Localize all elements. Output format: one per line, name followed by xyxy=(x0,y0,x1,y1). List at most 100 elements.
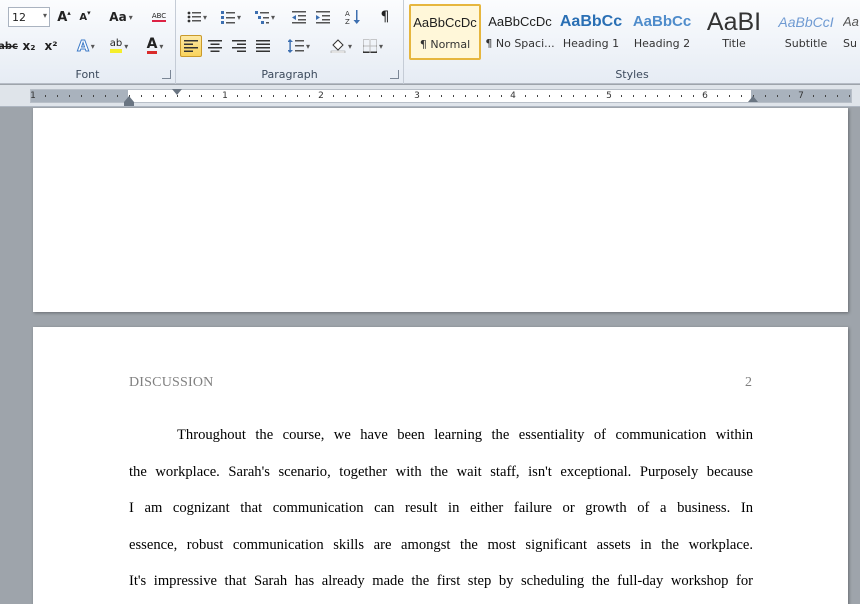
numbering-button[interactable] xyxy=(216,6,246,28)
document-workspace[interactable]: DISCUSSION 2 Throughout the course, we h… xyxy=(0,108,860,604)
ruler-tick xyxy=(729,95,730,97)
highlight-button[interactable]: ab xyxy=(104,35,134,57)
align-center-button[interactable] xyxy=(204,35,226,57)
increase-indent-button[interactable] xyxy=(312,6,334,28)
text-line: I am cognizant that communication can re… xyxy=(129,500,753,517)
strikethrough-button[interactable]: abc xyxy=(0,35,18,57)
style-sample: AaBbCc xyxy=(632,13,692,30)
ruler-tick xyxy=(441,95,442,97)
ruler-number: 3 xyxy=(414,91,420,101)
line-spacing-button[interactable] xyxy=(284,35,314,57)
ruler-tick xyxy=(93,95,94,97)
ruler-tick xyxy=(297,95,298,97)
ruler-tick xyxy=(657,95,658,97)
decrease-indent-icon xyxy=(292,11,306,24)
align-left-button[interactable] xyxy=(180,35,202,57)
style-name: Title xyxy=(722,37,746,50)
ruler-tick xyxy=(669,95,670,97)
ruler-tick xyxy=(813,95,814,97)
strikethrough-icon: abc xyxy=(0,40,18,52)
decrease-indent-button[interactable] xyxy=(288,6,310,28)
clear-formatting-button[interactable]: ABC xyxy=(148,6,170,28)
page-1[interactable] xyxy=(33,108,848,312)
ruler-number: 5 xyxy=(606,91,612,101)
style-name: ¶ No Spaci... xyxy=(485,37,555,50)
multilevel-list-button[interactable] xyxy=(250,6,280,28)
style-no-spacing[interactable]: AaBbCcDc ¶ No Spaci... xyxy=(484,4,556,60)
ruler-tick xyxy=(549,95,550,97)
style-heading-2[interactable]: AaBbCc Heading 2 xyxy=(626,4,698,60)
ruler-bar: 1 1 2 3 4 5 6 7 xyxy=(0,85,860,107)
style-subtitle[interactable]: AaBbCcI Subtitle xyxy=(770,4,842,60)
ruler-tick xyxy=(357,95,358,97)
ruler-tick xyxy=(45,95,46,97)
ruler-tick xyxy=(501,95,502,97)
right-indent-marker[interactable] xyxy=(748,96,758,102)
page-number: 2 xyxy=(745,375,752,390)
bullets-button[interactable] xyxy=(182,6,212,28)
ruler-tick xyxy=(309,95,310,97)
page-2[interactable]: DISCUSSION 2 Throughout the course, we h… xyxy=(33,327,848,604)
superscript-button[interactable]: x² xyxy=(42,35,60,57)
numbering-icon xyxy=(220,11,235,24)
left-indent-marker[interactable] xyxy=(124,102,134,106)
subscript-icon: x₂ xyxy=(22,39,36,53)
ruler-tick xyxy=(741,95,742,97)
chevron-down-icon[interactable]: ▾ xyxy=(43,11,47,20)
ruler-tick xyxy=(777,95,778,97)
body-paragraph[interactable]: Throughout the course, we have been lear… xyxy=(129,422,753,604)
style-normal[interactable]: AaBbCcDc ¶ Normal xyxy=(409,4,481,60)
show-formatting-button[interactable]: ¶ xyxy=(374,6,396,28)
style-name: Heading 2 xyxy=(633,37,691,50)
ruler-tick xyxy=(405,95,406,97)
shading-button[interactable] xyxy=(326,35,356,57)
font-group: 12 ▾ A▴ A▾ Aa ABC abc x₂ x² A ab xyxy=(0,0,176,84)
justify-button[interactable] xyxy=(252,35,274,57)
multilevel-list-icon xyxy=(254,11,269,24)
ruler-tick xyxy=(177,95,178,97)
horizontal-ruler[interactable]: 1 1 2 3 4 5 6 7 xyxy=(30,89,852,106)
style-name: Su xyxy=(843,37,857,50)
font-color-button[interactable]: A xyxy=(140,35,170,57)
paragraph-dialog-launcher[interactable]: launcher xyxy=(390,70,399,79)
change-case-icon: Aa xyxy=(109,10,127,24)
text-line: Throughout the course, we have been lear… xyxy=(177,427,753,443)
paint-bucket-icon xyxy=(330,39,346,53)
bullets-icon xyxy=(187,11,201,23)
text-effects-button[interactable]: A xyxy=(72,35,100,57)
subscript-button[interactable]: x₂ xyxy=(20,35,38,57)
ruler-tick xyxy=(153,95,154,97)
style-title[interactable]: AaBI Title xyxy=(698,4,770,60)
shrink-font-button[interactable]: A ▾ xyxy=(76,6,94,28)
justify-icon xyxy=(256,40,270,52)
first-line-indent-marker[interactable] xyxy=(172,89,182,95)
style-sample: AaBbCcDc xyxy=(413,15,477,30)
grow-font-button[interactable]: A ▴ xyxy=(55,6,73,28)
ribbon: 12 ▾ A▴ A▾ Aa ABC abc x₂ x² A ab xyxy=(0,0,860,84)
align-right-button[interactable] xyxy=(228,35,250,57)
ruler-number: 2 xyxy=(318,91,324,101)
svg-text:A: A xyxy=(345,10,350,18)
sort-icon: AZ xyxy=(345,10,360,25)
style-heading-1[interactable]: AaBbCc Heading 1 xyxy=(555,4,627,60)
change-case-button[interactable]: Aa xyxy=(106,6,136,28)
font-size-combo[interactable]: 12 ▾ xyxy=(8,7,50,27)
style-name: Subtitle xyxy=(784,37,828,50)
font-dialog-launcher[interactable]: launcher xyxy=(162,70,171,79)
ruler-tick xyxy=(849,95,850,97)
ruler-tick xyxy=(273,95,274,97)
ruler-tick xyxy=(429,95,430,97)
sort-button[interactable]: AZ xyxy=(342,6,364,28)
ruler-tick xyxy=(645,95,646,97)
increase-indent-icon xyxy=(316,11,330,24)
ruler-tick xyxy=(381,95,382,97)
align-left-icon xyxy=(184,40,198,52)
ruler-tick xyxy=(117,95,118,97)
style-more[interactable]: AaBbCcDc Su xyxy=(842,4,860,60)
ruler-tick xyxy=(57,95,58,97)
ruler-tick xyxy=(345,95,346,97)
ruler-tick xyxy=(585,95,586,97)
ruler-number: 1 xyxy=(30,91,36,101)
borders-button[interactable] xyxy=(358,35,388,57)
ruler-tick xyxy=(573,95,574,97)
